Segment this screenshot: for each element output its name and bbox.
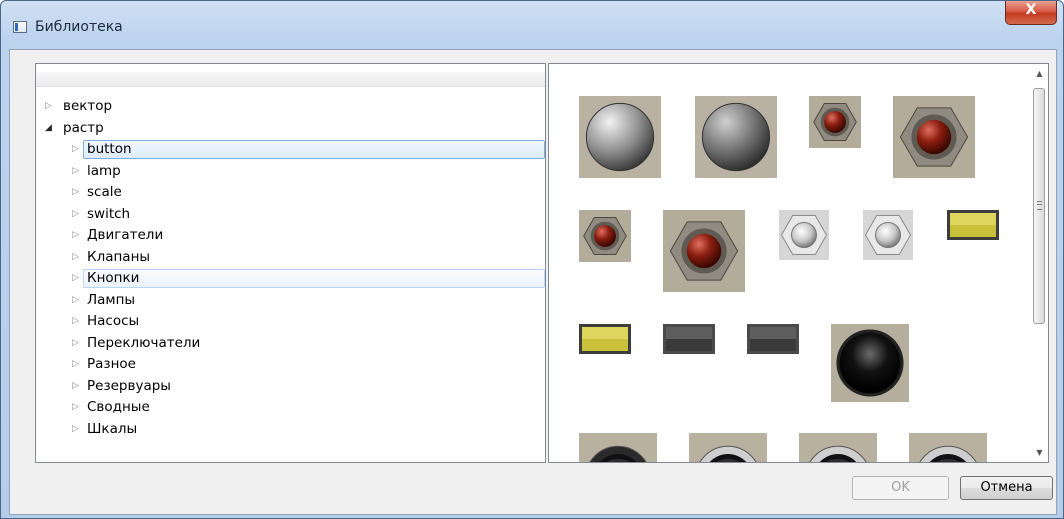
silver-ring-button-icon[interactable] (689, 433, 767, 462)
close-icon: X (1025, 2, 1037, 18)
tree-item-label: Кнопки (87, 270, 140, 286)
tree-item-label: Клапаны (87, 248, 151, 265)
collapsed-arrow-icon[interactable]: ▷ (72, 247, 79, 269)
silver-ring-button-3-icon[interactable] (909, 433, 987, 462)
white-hex-button-icon[interactable] (779, 210, 829, 260)
collapsed-arrow-icon[interactable]: ▷ (72, 354, 79, 376)
tree-list: ▷ вектор ◢ растр ▷ button ▷ lamp ▷ scale ▷ switch ▷ Д… (36, 96, 545, 440)
collapsed-arrow-icon[interactable]: ▷ (72, 290, 79, 312)
tree-item[interactable]: ▷ Клапаны (36, 247, 545, 269)
tree-item[interactable]: ▷ switch (36, 204, 545, 226)
collapsed-arrow-icon[interactable]: ▷ (72, 225, 79, 247)
grip-icon (1037, 201, 1042, 210)
tree-item[interactable]: ▷ Кнопки (36, 268, 545, 290)
tree-item-label: lamp (87, 162, 121, 179)
grey-rect-lamp-icon[interactable] (663, 324, 715, 354)
collapsed-arrow-icon[interactable]: ▷ (72, 376, 79, 398)
ok-button[interactable]: OK (852, 476, 949, 500)
tree-item[interactable]: ▷ Разное (36, 354, 545, 376)
hovered-highlight (83, 269, 545, 288)
collapsed-arrow-icon[interactable]: ▷ (72, 419, 79, 441)
red-hex-button-small-2-icon[interactable] (579, 210, 631, 262)
grey-dome-button-dark-icon[interactable] (695, 96, 777, 178)
silver-ring-button-2-icon[interactable] (799, 433, 877, 462)
tree-item-label: button (87, 141, 132, 157)
dialog-body: ▷ вектор ◢ растр ▷ button ▷ lamp ▷ scale ▷ switch ▷ Д… (9, 49, 1057, 515)
library-dialog: Библиотека X ▷ вектор ◢ растр ▷ button ▷ lamp ▷ s… (0, 0, 1064, 519)
tree-item-label: Двигатели (87, 227, 164, 243)
collapsed-arrow-icon[interactable]: ▷ (72, 268, 79, 290)
collapsed-arrow-icon[interactable]: ▷ (72, 333, 79, 355)
expanded-arrow-icon[interactable]: ◢ (45, 118, 52, 140)
tree-item[interactable]: ▷ Шкалы (36, 419, 545, 441)
grey-dome-button-light-icon[interactable] (579, 96, 661, 178)
app-window-icon (13, 21, 27, 33)
red-hex-button-large-icon[interactable] (893, 96, 975, 178)
close-button[interactable]: X (1005, 1, 1057, 25)
tree-header (36, 72, 545, 87)
tree-item[interactable]: ▷ Резервуары (36, 376, 545, 398)
cancel-button[interactable]: Отмена (960, 476, 1053, 500)
grey-rect-lamp-2-icon[interactable] (747, 324, 799, 354)
tree-item-label: switch (87, 205, 131, 222)
collapsed-arrow-icon[interactable]: ▷ (72, 161, 79, 183)
tree-item[interactable]: ▷ вектор (36, 96, 545, 118)
black-dome-button-icon[interactable] (831, 324, 909, 402)
scroll-down-arrow-icon[interactable]: ▼ (1031, 444, 1048, 461)
tree-item[interactable]: ▷ Переключатели (36, 333, 545, 355)
tree-item[interactable]: ▷ button (36, 139, 545, 161)
tree-item-label: scale (87, 184, 122, 200)
yellow-rect-lamp-2-icon[interactable] (579, 324, 631, 354)
tree-item[interactable]: ▷ Двигатели (36, 225, 545, 247)
selected-highlight (83, 140, 545, 159)
tree-item-label: Разное (87, 356, 136, 372)
tree-item-label: Лампы (87, 291, 136, 308)
black-ring-button-icon[interactable] (579, 433, 657, 462)
tree-item[interactable]: ▷ Лампы (36, 290, 545, 312)
tree-item-label: Шкалы (87, 420, 138, 437)
tree-item-label: Резервуары (87, 377, 171, 394)
red-hex-button-large-2-icon[interactable] (663, 210, 745, 292)
tree-item[interactable]: ▷ Насосы (36, 311, 545, 333)
window-title: Библиотека (35, 19, 123, 35)
scrollbar-thumb[interactable] (1033, 88, 1045, 324)
tree-item[interactable]: ▷ lamp (36, 161, 545, 183)
collapsed-arrow-icon[interactable]: ▷ (72, 182, 79, 204)
tree-item-label: Переключатели (87, 334, 201, 351)
tree-item-label: растр (63, 119, 104, 136)
title-bar[interactable]: Библиотека X (1, 1, 1063, 48)
collapsed-arrow-icon[interactable]: ▷ (72, 311, 79, 333)
scroll-up-arrow-icon[interactable]: ▲ (1031, 65, 1048, 82)
white-hex-button-2-icon[interactable] (863, 210, 913, 260)
gallery-scrollbar[interactable]: ▲ ▼ (1031, 64, 1048, 462)
yellow-rect-lamp-icon[interactable] (947, 210, 999, 240)
tree-item[interactable]: ▷ scale (36, 182, 545, 204)
collapsed-arrow-icon[interactable]: ▷ (72, 139, 79, 161)
tree-item[interactable]: ▷ Сводные (36, 397, 545, 419)
tree-item-label: Сводные (87, 399, 150, 415)
image-gallery[interactable]: ▲ ▼ (548, 63, 1049, 463)
collapsed-arrow-icon[interactable]: ▷ (72, 204, 79, 226)
collapsed-arrow-icon[interactable]: ▷ (45, 96, 52, 118)
tree-item-label: Насосы (87, 313, 140, 329)
tree-item[interactable]: ◢ растр (36, 118, 545, 140)
tree-item-label: вектор (63, 98, 113, 114)
collapsed-arrow-icon[interactable]: ▷ (72, 397, 79, 419)
red-hex-button-small-icon[interactable] (809, 96, 861, 148)
category-tree[interactable]: ▷ вектор ◢ растр ▷ button ▷ lamp ▷ scale ▷ switch ▷ Д… (35, 63, 546, 463)
